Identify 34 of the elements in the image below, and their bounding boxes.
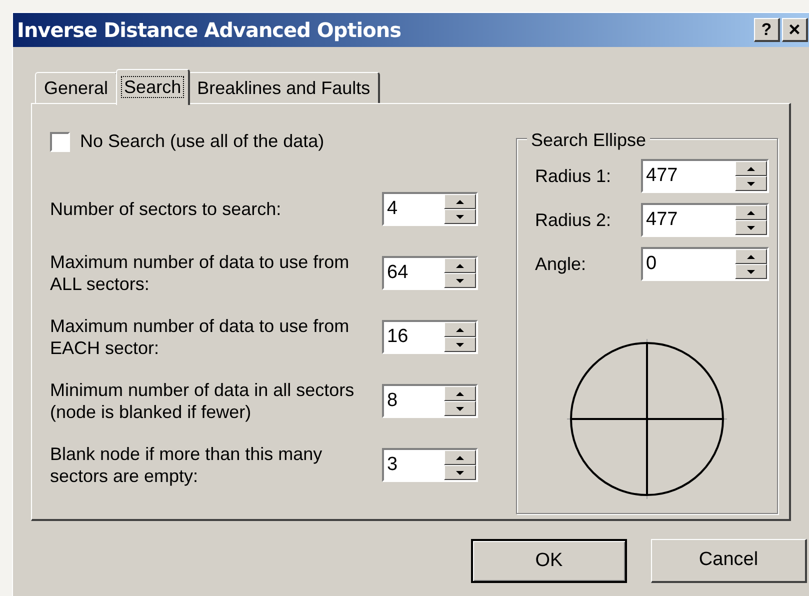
field-label: Maximum number of data to use from EACH sector: [50,315,350,359]
spin-box[interactable]: 477 [641,203,769,237]
field-label: Angle: [535,252,588,276]
field-label: Number of sectors to search: [50,198,282,220]
field-label: Radius 2: [535,208,612,232]
checkbox-label: No Search (use all of the data) [80,130,324,153]
tab[interactable]: Breaklines and Faults [188,72,380,103]
spinner-arrows-icon[interactable] [735,161,767,191]
close-button[interactable]: × [782,18,808,42]
field-label: Radius 1: [535,164,612,188]
spin-box[interactable]: 8 [382,384,478,418]
tab[interactable]: General [35,72,118,103]
spinner-arrows-icon[interactable] [444,322,476,352]
spin-box[interactable]: 0 [641,247,769,281]
field-label: Blank node if more than this many sectors are empty: [50,443,324,487]
spin-box[interactable]: 64 [382,256,478,290]
spinner-arrows-icon[interactable] [444,450,476,480]
spin-box[interactable]: 4 [382,192,478,226]
spin-box[interactable]: 477 [641,159,769,193]
tab[interactable]: Search [116,69,190,105]
spinner-arrows-icon[interactable] [735,205,767,235]
cancel-button[interactable]: Cancel [651,539,807,583]
spinner-arrows-icon[interactable] [444,194,476,224]
field-label: Minimum number of data in all sectors (node is blanked if fewer) [50,379,356,423]
spin-box[interactable]: 3 [382,448,478,482]
spinner-arrows-icon[interactable] [444,258,476,288]
help-button[interactable]: ? [754,18,780,42]
spinner-arrows-icon[interactable] [735,249,767,279]
ok-button[interactable]: OK [471,539,627,583]
window-title: Inverse Distance Advanced Options [17,17,401,44]
field-label: Maximum number of data to use from ALL sectors: [50,251,350,295]
spin-box[interactable]: 16 [382,320,478,354]
checkbox[interactable] [50,132,70,152]
spinner-arrows-icon[interactable] [444,386,476,416]
